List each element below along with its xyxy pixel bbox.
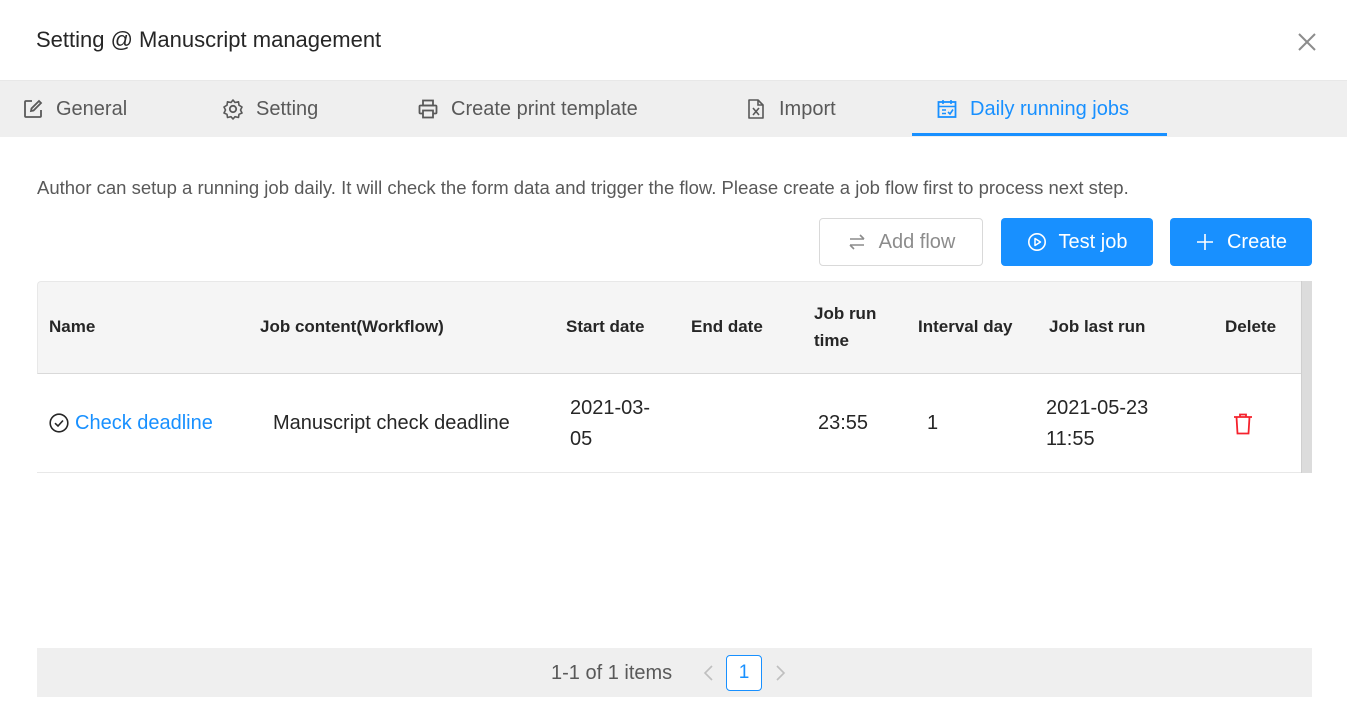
gear-icon [223, 99, 243, 120]
column-header-name: Name [49, 317, 96, 336]
play-circle-icon [1027, 233, 1046, 251]
jobs-table: Name Job content(Workflow) Start date En… [37, 281, 1312, 474]
table-scrollbar[interactable] [1301, 281, 1312, 473]
table-row: Check deadline Manuscript check deadline… [37, 374, 1301, 473]
printer-icon [418, 99, 438, 119]
job-last-run-cell-line2: 11:55 [1046, 428, 1095, 450]
test-job-button[interactable]: Test job [1001, 218, 1153, 266]
chevron-right-icon[interactable] [770, 663, 790, 683]
swap-icon [849, 234, 865, 250]
edit-icon [24, 99, 43, 118]
tab-setting[interactable]: Setting [222, 81, 318, 137]
job-content-cell: Manuscript check deadline [273, 412, 510, 434]
tab-label: General [56, 97, 128, 120]
job-last-run-cell-line1: 2021-05-23 [1046, 397, 1149, 419]
check-circle-icon [49, 413, 69, 433]
tab-label: Create print template [451, 97, 638, 120]
add-flow-button[interactable]: Add flow [819, 218, 983, 266]
interval-day-cell: 1 [927, 412, 939, 434]
add-flow-label: Add flow [878, 230, 956, 253]
job-name-link[interactable]: Check deadline [75, 408, 213, 439]
column-header-start-date: Start date [566, 317, 645, 336]
column-header-job-last-run: Job last run [1049, 317, 1146, 336]
start-date-cell-line1: 2021-03- [570, 397, 651, 419]
table-header: Name Job content(Workflow) Start date En… [37, 281, 1301, 374]
dialog-header: Setting @ Manuscript management [0, 0, 1347, 81]
job-run-time-cell: 23:55 [818, 412, 869, 434]
tab-daily-running-jobs[interactable]: Daily running jobs [936, 81, 1129, 137]
column-header-interval-day: Interval day [918, 317, 1013, 336]
column-header-delete: Delete [1225, 317, 1277, 336]
column-header-job-run-time-line1: Job run [814, 304, 877, 323]
tab-label: Daily running jobs [970, 97, 1129, 120]
tab-label: Setting [256, 97, 319, 120]
tab-label: Import [779, 97, 836, 120]
start-date-cell-line2: 05 [570, 428, 593, 450]
dialog-title: Setting @ Manuscript management [36, 27, 382, 52]
close-icon[interactable] [1294, 29, 1320, 55]
column-header-end-date: End date [691, 317, 763, 336]
chevron-left-icon[interactable] [699, 663, 719, 683]
pagination-total: 1-1 of 1 items [551, 662, 673, 684]
create-button[interactable]: Create [1170, 218, 1312, 266]
trash-icon[interactable] [1232, 412, 1254, 436]
column-header-job-content: Job content(Workflow) [260, 317, 444, 336]
plus-icon [1196, 234, 1213, 250]
pagination-page-1[interactable]: 1 [726, 655, 762, 691]
pagination-bar: 1-1 of 1 items 1 [37, 648, 1312, 697]
tab-import[interactable]: Import [745, 81, 836, 137]
excel-file-icon [748, 99, 764, 119]
tab-general[interactable]: General [22, 81, 127, 137]
tab-bar: General Setting Create print template Im… [0, 81, 1347, 137]
description-text: Author can setup a running job daily. It… [37, 177, 1129, 198]
column-header-job-run-time-line2: time [814, 331, 849, 350]
tab-create-print-template[interactable]: Create print template [417, 81, 638, 137]
test-job-label: Test job [1058, 230, 1128, 253]
create-label: Create [1226, 230, 1288, 253]
active-tab-indicator [912, 133, 1167, 136]
calendar-icon [937, 100, 957, 118]
